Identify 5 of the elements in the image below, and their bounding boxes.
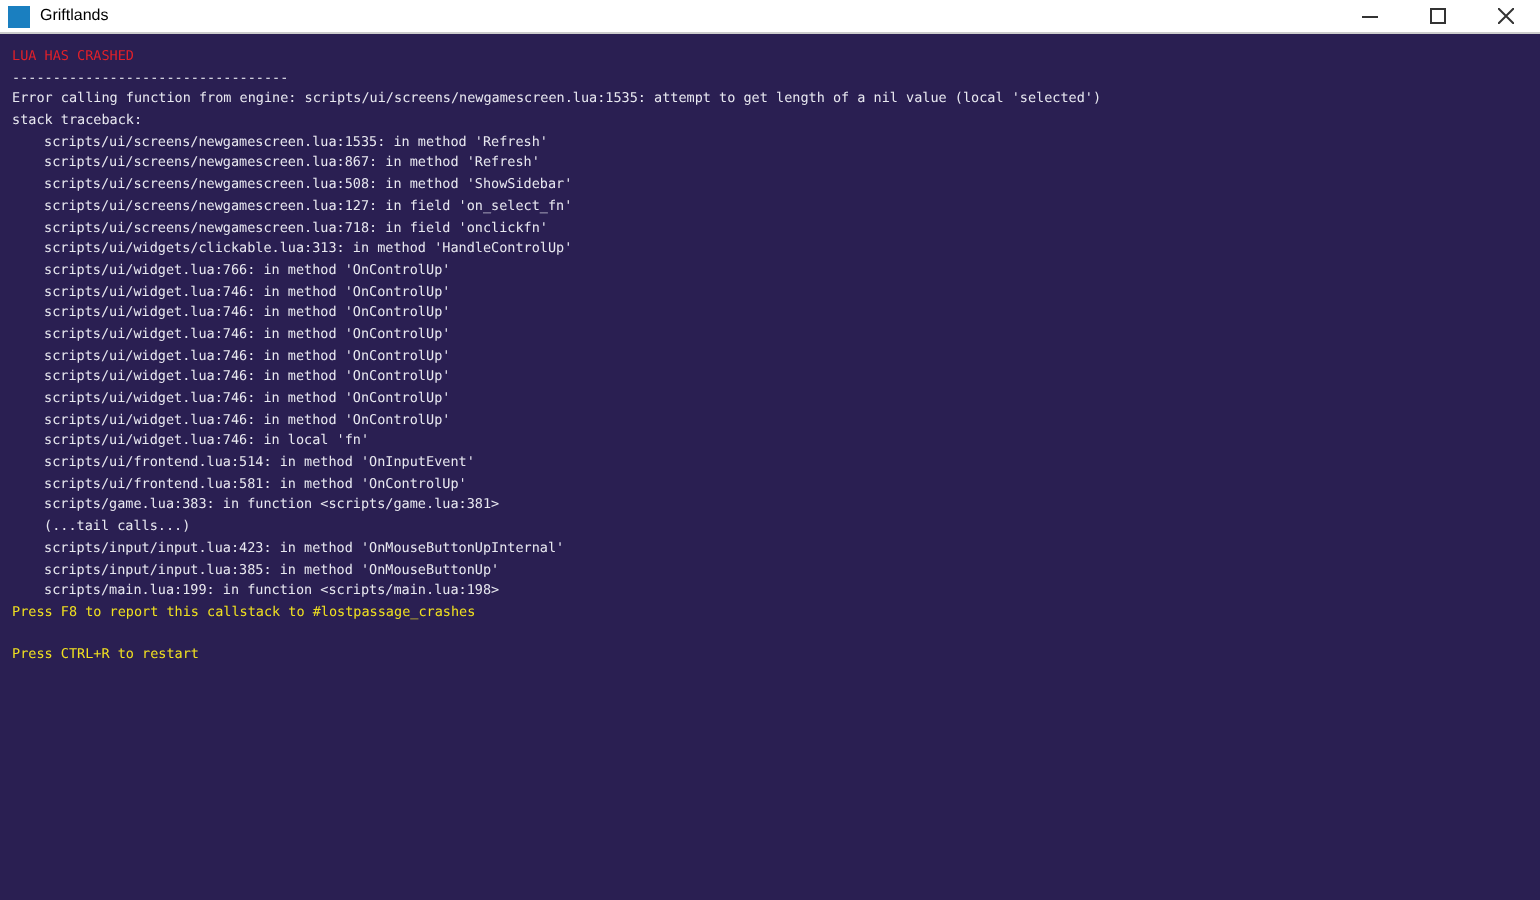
window-title: Griftlands bbox=[40, 4, 109, 28]
app-icon bbox=[8, 5, 30, 27]
maximize-icon bbox=[1430, 8, 1446, 24]
close-icon bbox=[1498, 8, 1514, 24]
minimize-icon bbox=[1362, 15, 1378, 17]
